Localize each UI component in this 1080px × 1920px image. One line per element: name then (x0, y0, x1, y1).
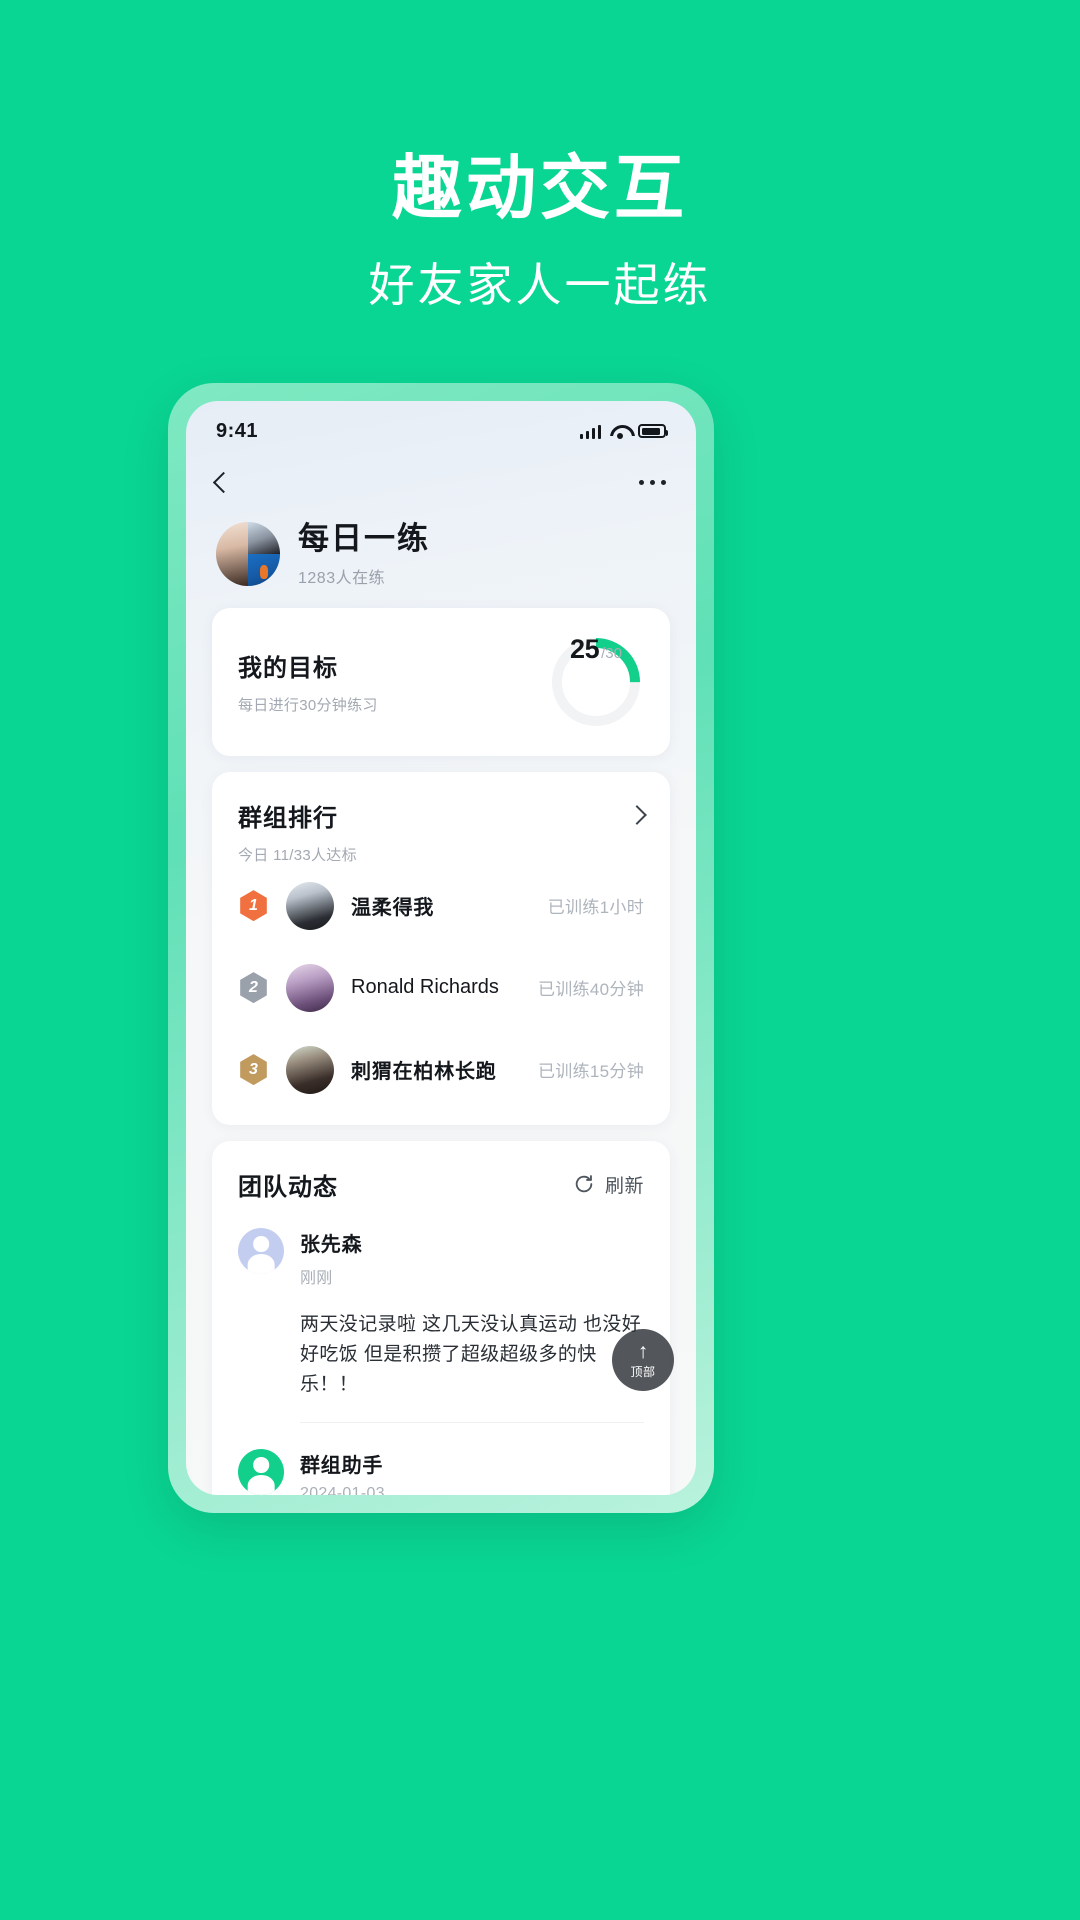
goal-card[interactable]: 我的目标 每日进行30分钟练习 25 /30 (212, 607, 670, 756)
goal-progress-ring: 25 /30 (548, 634, 644, 730)
feed-author-name: 张先森 (300, 1233, 363, 1256)
avatar (286, 963, 334, 1012)
rank-badge: 3 (240, 1054, 267, 1086)
feed-timestamp: 刚刚 (300, 1269, 333, 1287)
table-row[interactable]: 3 刺猬在柏林长跑 已训练15分钟 (238, 1029, 644, 1111)
ranking-title-block: 群组排行 今日 11/33人达标 (238, 798, 357, 865)
group-header[interactable]: 每日一练 1283人在练 (186, 511, 696, 608)
more-dots-icon[interactable] (639, 479, 666, 485)
page-subtitle: 好友家人一起练 (368, 259, 712, 311)
signal-icon (579, 424, 601, 439)
chevron-right-icon[interactable] (627, 804, 647, 825)
progress-ring-label: 25 /30 (548, 634, 644, 730)
avatar (238, 1448, 284, 1495)
scroll-to-top-button[interactable]: ↑ 顶部 (612, 1329, 674, 1391)
phone-mockup: 9:41 每日一练 1283人在练 我的目标 每日进行30分钟练习 25 /30… (168, 383, 714, 1513)
goal-text-block: 我的目标 每日进行30分钟练习 (238, 648, 378, 715)
goal-title: 我的目标 (238, 655, 338, 683)
back-chevron-icon[interactable] (212, 471, 235, 493)
avatar (238, 1227, 284, 1274)
rank-duration: 已训练40分钟 (537, 980, 644, 1000)
ranking-title: 群组排行 (238, 804, 338, 832)
rank-name: 刺猬在柏林长跑 (351, 1061, 497, 1084)
arrow-up-icon: ↑ (637, 1339, 649, 1363)
refresh-label: 刷新 (604, 1175, 644, 1197)
feed-author-block: 群组助手 2024-01-03 (300, 1449, 385, 1495)
status-bar: 9:41 (186, 401, 696, 453)
progress-total: /30 (601, 644, 622, 662)
app-navbar (186, 453, 696, 511)
feed-author-block: 张先森 刚刚 (300, 1228, 362, 1288)
group-member-count: 1283人在练 (298, 569, 386, 587)
table-row[interactable]: 2 Ronald Richards 已训练40分钟 (238, 947, 644, 1029)
list-item[interactable]: 群组助手 2024-01-03 (238, 1423, 644, 1495)
ranking-header[interactable]: 群组排行 今日 11/33人达标 (238, 798, 647, 865)
promo-header: 趣动交互 好友家人一起练 (0, 0, 1080, 315)
feed-body-text: 两天没记录啦 这几天没认真运动 也没好好吃饭 但是积攒了超级超级多的快乐！！ (300, 1313, 642, 1395)
rank-name: 温柔得我 (351, 897, 435, 920)
rank-duration: 已训练15分钟 (537, 1062, 644, 1082)
phone-screen: 9:41 每日一练 1283人在练 我的目标 每日进行30分钟练习 25 /30… (186, 401, 696, 1495)
page-title: 趣动交互 (392, 149, 688, 227)
refresh-button[interactable]: 刷新 (573, 1171, 644, 1198)
progress-value: 25 (570, 633, 600, 664)
scroll-to-top-label: 顶部 (630, 1364, 656, 1379)
wifi-icon (610, 424, 629, 439)
battery-icon (638, 424, 668, 438)
group-ranking-card: 群组排行 今日 11/33人达标 1 温柔得我 已训练1小时 2 Ronald … (212, 771, 670, 1125)
rank-badge: 1 (240, 890, 267, 922)
team-feed-card: 团队动态 刷新 张先森 刚刚 两天没记录啦 这几天没认真运动 也没好好吃饭 但是… (212, 1140, 670, 1495)
goal-subtitle: 每日进行30分钟练习 (238, 697, 378, 715)
ranking-subtitle: 今日 11/33人达标 (238, 846, 357, 864)
table-row[interactable]: 1 温柔得我 已训练1小时 (238, 865, 644, 947)
status-indicators (579, 424, 668, 439)
group-avatar (216, 522, 280, 587)
feed-title: 团队动态 (238, 1173, 338, 1201)
rank-badge: 2 (240, 972, 267, 1004)
rank-name: Ronald Richards (351, 976, 499, 999)
rank-duration: 已训练1小时 (547, 898, 644, 918)
feed-author-name: 群组助手 (300, 1454, 384, 1477)
feed-timestamp: 2024-01-03 (300, 1484, 385, 1495)
group-title: 每日一练 (298, 521, 430, 556)
status-time: 9:41 (216, 419, 259, 442)
avatar (286, 1045, 334, 1094)
feed-header: 团队动态 刷新 (238, 1167, 644, 1202)
refresh-icon (575, 1175, 593, 1193)
list-item[interactable]: 张先森 刚刚 (238, 1202, 644, 1288)
avatar (286, 881, 334, 930)
